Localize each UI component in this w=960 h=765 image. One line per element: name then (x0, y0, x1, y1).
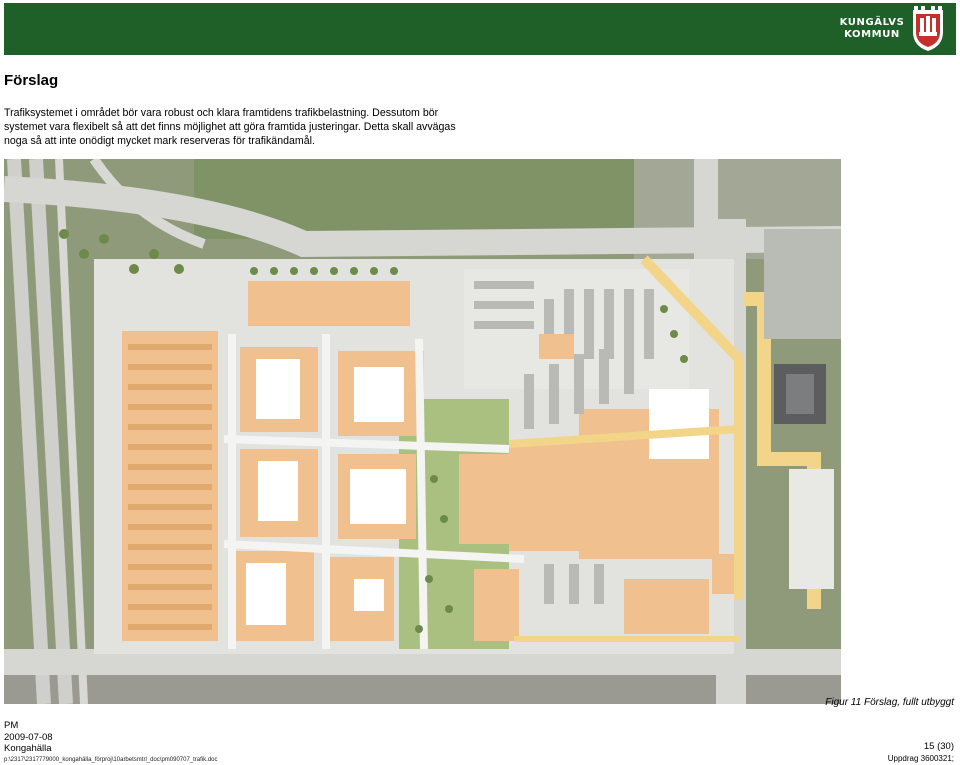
footer-pagination: 15 (30) Uppdrag 3600321; (888, 741, 954, 764)
intro-paragraph: Trafiksystemet i området bör vara robust… (4, 107, 456, 147)
page-number: 15 (30) (923, 741, 954, 752)
assignment-number: Uppdrag 3600321; (887, 753, 954, 763)
footer-meta: PM 2009-07-08 Kongahälla p:\2317\2317779… (4, 720, 218, 765)
footer-date: 2009-07-08 (4, 731, 53, 743)
figure-caption: Figur 11 Förslag, fullt utbyggt (825, 697, 954, 708)
kungalv-logo: KUNGÄLVS KOMMUN (836, 6, 950, 52)
header-bar: KUNGÄLVS KOMMUN (4, 3, 956, 55)
footer-file-path: p:\2317\2317779000_kongahälla_förproj\10… (4, 756, 218, 763)
logo-text: KUNGÄLVS KOMMUN (839, 17, 905, 40)
site-plan-drawing (4, 159, 841, 704)
coat-of-arms-icon (913, 6, 943, 51)
footer-doc-type: PM (4, 720, 19, 731)
section-title: Förslag (4, 72, 59, 89)
footer-place: Kongahälla (4, 743, 52, 754)
site-plan-figure (4, 159, 841, 704)
